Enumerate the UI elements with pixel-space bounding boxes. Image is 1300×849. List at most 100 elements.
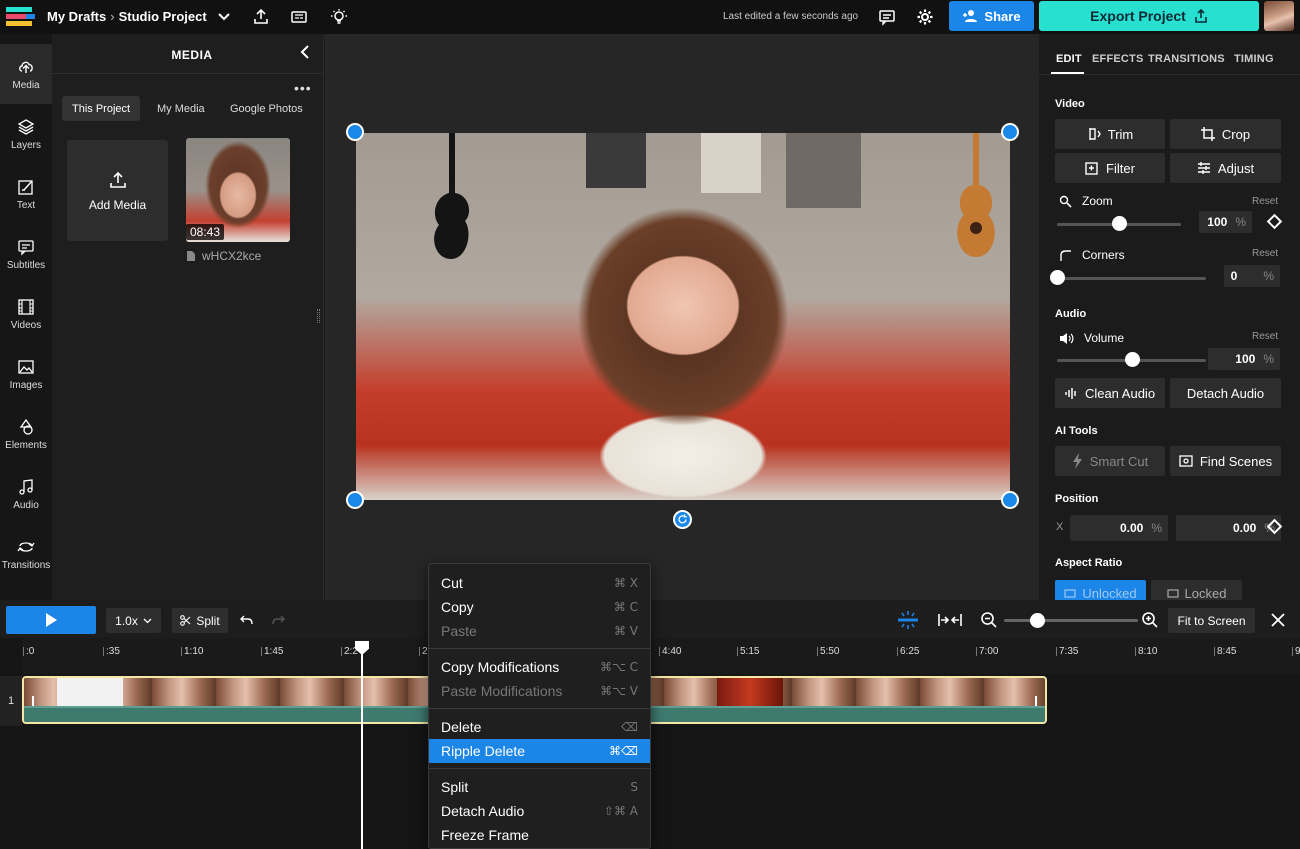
tab-transitions[interactable]: TRANSITIONS bbox=[1148, 53, 1225, 65]
share-button[interactable]: Share bbox=[949, 1, 1034, 31]
fit-to-screen-button[interactable]: Fit to Screen bbox=[1168, 608, 1255, 633]
subtitles-icon[interactable] bbox=[289, 7, 309, 27]
scene-detect-icon bbox=[1179, 455, 1193, 467]
playhead[interactable] bbox=[361, 650, 363, 849]
rail-item-images[interactable]: Images bbox=[0, 344, 52, 404]
scissors-icon bbox=[180, 615, 191, 626]
rail-label: Audio bbox=[13, 499, 39, 511]
volume-slider-knob[interactable] bbox=[1124, 352, 1140, 367]
menu-item-ripple-delete[interactable]: Ripple Delete ⌘⌫ bbox=[429, 739, 650, 763]
tab-effects[interactable]: EFFECTS bbox=[1092, 53, 1144, 65]
app-logo-icon[interactable] bbox=[6, 5, 36, 29]
tab-my-media[interactable]: My Media bbox=[147, 96, 215, 121]
volume-value-field[interactable]: 100% bbox=[1208, 348, 1280, 370]
lightbulb-icon[interactable] bbox=[329, 7, 349, 27]
clean-audio-button[interactable]: Clean Audio bbox=[1055, 378, 1165, 408]
timeline-zoom-knob[interactable] bbox=[1030, 613, 1045, 628]
rail-item-videos[interactable]: Videos bbox=[0, 284, 52, 344]
menu-item-detach-audio[interactable]: Detach Audio ⇧⌘ A bbox=[429, 799, 650, 823]
rotate-icon[interactable] bbox=[673, 510, 692, 529]
menu-item-copy-modifications[interactable]: Copy Modifications ⌘⌥ C bbox=[429, 655, 650, 679]
tab-google-photos[interactable]: Google Photos bbox=[220, 96, 313, 121]
video-preview[interactable] bbox=[356, 133, 1010, 500]
chevron-down-icon[interactable] bbox=[217, 10, 231, 24]
chevron-left-icon[interactable] bbox=[298, 44, 314, 60]
menu-item-copy[interactable]: Copy ⌘ C bbox=[429, 595, 650, 619]
corners-slider-knob[interactable] bbox=[1050, 270, 1065, 285]
more-options-icon[interactable]: ••• bbox=[294, 80, 312, 96]
trim-button[interactable]: Trim bbox=[1055, 119, 1165, 149]
zoom-in-icon[interactable] bbox=[1140, 610, 1160, 630]
redo-icon[interactable] bbox=[268, 610, 288, 630]
panel-title: MEDIA bbox=[171, 48, 213, 62]
snap-icon[interactable] bbox=[896, 610, 920, 630]
menu-item-split[interactable]: Split S bbox=[429, 775, 650, 799]
menu-item-freeze-frame[interactable]: Freeze Frame bbox=[429, 823, 650, 847]
adjust-button[interactable]: Adjust bbox=[1170, 153, 1281, 183]
time-tick: 5:50 bbox=[816, 646, 840, 657]
rail-item-subtitles[interactable]: Subtitles bbox=[0, 224, 52, 284]
resize-handle-bottom-right[interactable] bbox=[1001, 491, 1019, 509]
resize-handle-top-right[interactable] bbox=[1001, 123, 1019, 141]
last-edited-status: Last edited a few seconds ago bbox=[723, 11, 859, 22]
comments-icon[interactable] bbox=[877, 7, 897, 27]
keyframe-diamond-icon[interactable] bbox=[1266, 213, 1283, 230]
clip-trim-handle-right[interactable] bbox=[1035, 696, 1037, 706]
volume-reset-link[interactable]: Reset bbox=[1252, 331, 1278, 342]
split-button[interactable]: Split bbox=[172, 608, 228, 633]
speed-dropdown[interactable]: 1.0x bbox=[106, 608, 161, 633]
zoom-out-icon[interactable] bbox=[979, 610, 999, 630]
thumbnail-filename: wHCX2kce bbox=[186, 249, 261, 263]
canvas-area bbox=[325, 34, 1039, 600]
rail-item-media[interactable]: Media bbox=[0, 44, 52, 104]
detach-audio-button[interactable]: Detach Audio bbox=[1170, 378, 1281, 408]
zoom-value-field[interactable]: 100% bbox=[1199, 211, 1252, 233]
add-media-button[interactable]: Add Media bbox=[67, 140, 168, 241]
resize-handle[interactable] bbox=[317, 309, 320, 323]
position-y-field[interactable]: 0.00% bbox=[1176, 515, 1281, 541]
resize-handle-top-left[interactable] bbox=[346, 123, 364, 141]
crop-button[interactable]: Crop bbox=[1170, 119, 1281, 149]
zoom-slider-knob[interactable] bbox=[1112, 216, 1127, 231]
menu-item-delete[interactable]: Delete ⌫ bbox=[429, 715, 650, 739]
smart-cut-button[interactable]: Smart Cut bbox=[1055, 446, 1165, 476]
position-x-value: 0.00 bbox=[1119, 521, 1144, 535]
rail-item-layers[interactable]: Layers bbox=[0, 104, 52, 164]
sliders-icon bbox=[1197, 162, 1210, 174]
close-icon[interactable] bbox=[1268, 610, 1288, 630]
position-x-field[interactable]: 0.00% bbox=[1070, 515, 1168, 541]
user-avatar[interactable] bbox=[1264, 1, 1294, 31]
clip-trim-handle-left[interactable] bbox=[32, 696, 34, 706]
export-project-button[interactable]: Export Project bbox=[1039, 1, 1259, 31]
menu-item-cut[interactable]: Cut ⌘ X bbox=[429, 571, 650, 595]
export-label: Export Project bbox=[1090, 8, 1186, 24]
menu-item-paste[interactable]: Paste ⌘ V bbox=[429, 619, 650, 643]
find-scenes-button[interactable]: Find Scenes bbox=[1170, 446, 1281, 476]
timeline-zoom-slider[interactable] bbox=[1004, 619, 1138, 622]
undo-icon[interactable] bbox=[236, 610, 256, 630]
play-button[interactable] bbox=[6, 606, 96, 634]
timeline-ruler[interactable]: :0 :35 1:10 1:45 2:2 2 4:40 5:15 5:50 6:… bbox=[22, 638, 1300, 674]
breadcrumb-drafts[interactable]: My Drafts bbox=[47, 9, 106, 24]
upload-icon[interactable] bbox=[251, 7, 271, 27]
menu-divider bbox=[429, 768, 650, 769]
rail-item-transitions[interactable]: Transitions bbox=[0, 524, 52, 584]
tab-edit[interactable]: EDIT bbox=[1056, 53, 1082, 65]
menu-item-paste-modifications[interactable]: Paste Modifications ⌘⌥ V bbox=[429, 679, 650, 703]
fit-width-icon[interactable] bbox=[937, 610, 963, 630]
gear-icon[interactable] bbox=[915, 7, 935, 27]
breadcrumb-project[interactable]: Studio Project bbox=[119, 9, 207, 24]
resize-handle-bottom-left[interactable] bbox=[346, 491, 364, 509]
corners-slider-track[interactable] bbox=[1057, 277, 1206, 280]
filter-button[interactable]: Filter bbox=[1055, 153, 1165, 183]
corners-reset-link[interactable]: Reset bbox=[1252, 248, 1278, 259]
tab-timing[interactable]: TIMING bbox=[1234, 53, 1274, 65]
tab-this-project[interactable]: This Project bbox=[62, 96, 141, 121]
cloud-upload-icon bbox=[19, 61, 33, 73]
rail-item-text[interactable]: Text bbox=[0, 164, 52, 224]
zoom-reset-link[interactable]: Reset bbox=[1252, 196, 1278, 207]
chevron-down-icon bbox=[143, 618, 152, 624]
corners-value-field[interactable]: 0% bbox=[1224, 265, 1280, 287]
rail-item-audio[interactable]: Audio bbox=[0, 464, 52, 524]
rail-item-elements[interactable]: Elements bbox=[0, 404, 52, 464]
